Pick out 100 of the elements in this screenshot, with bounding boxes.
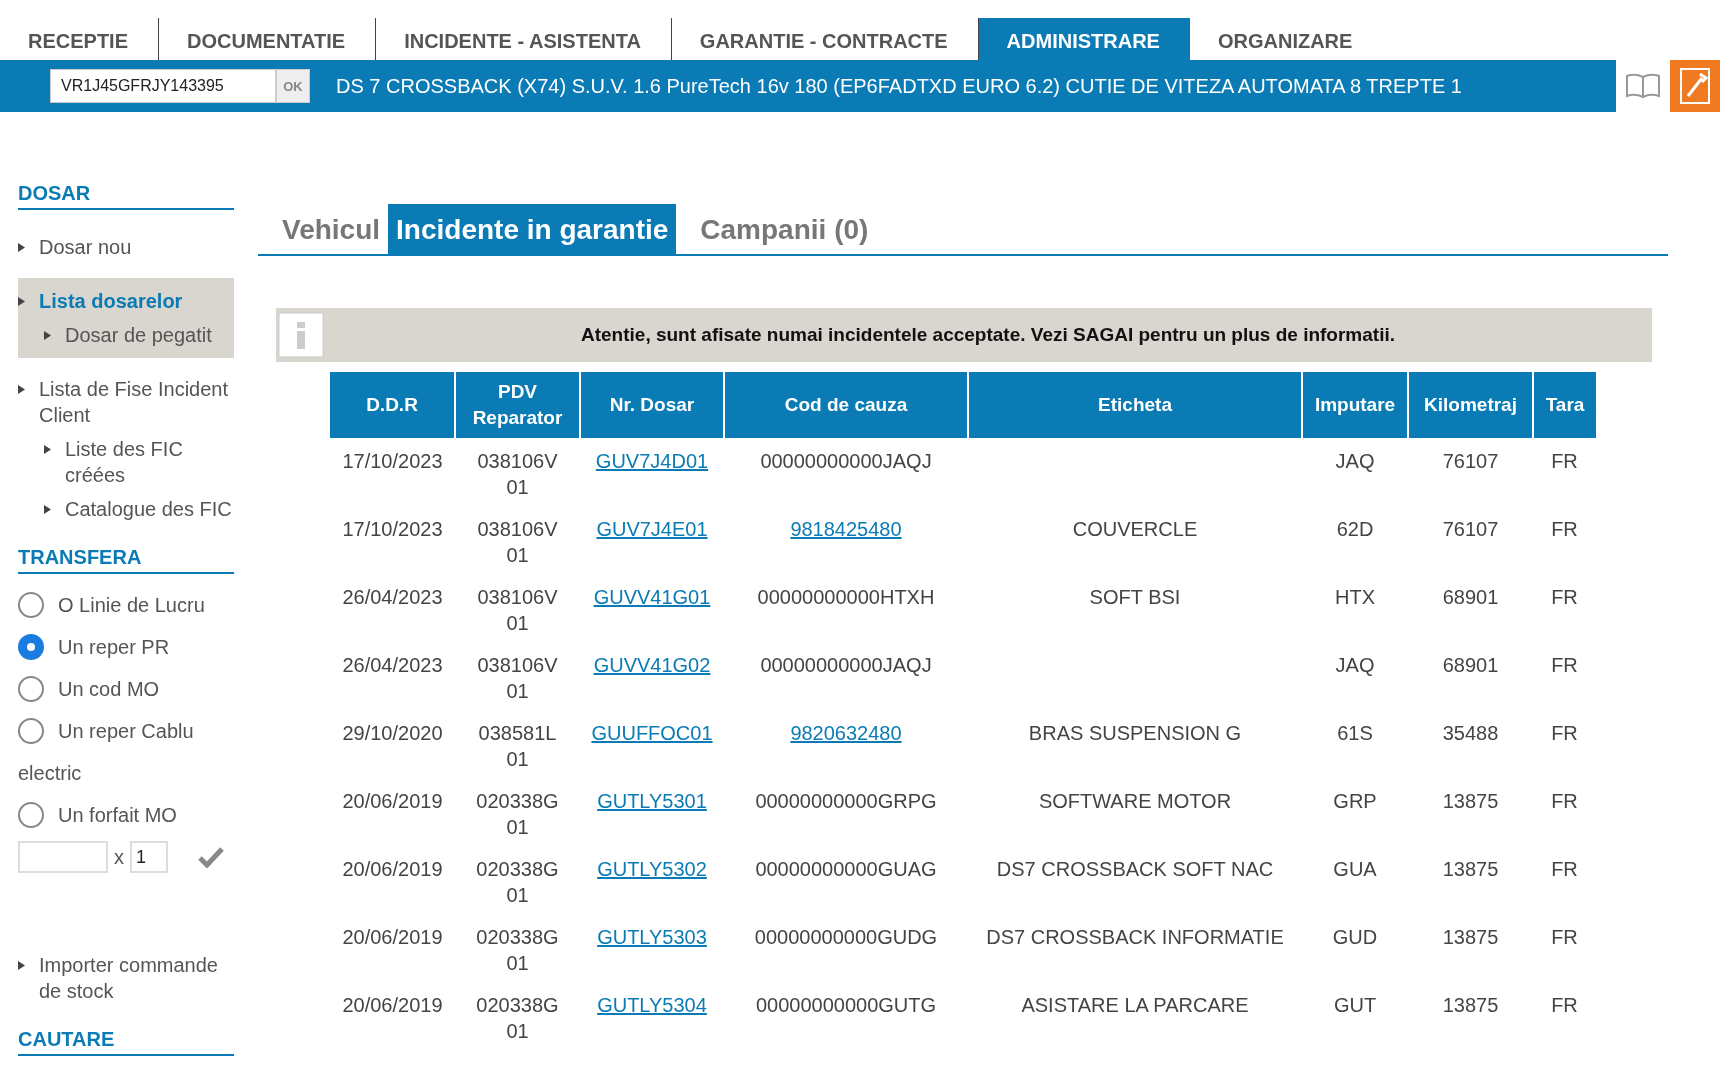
file-link[interactable]: GUVV41G01: [593, 586, 711, 608]
quantity-field[interactable]: 1: [130, 841, 168, 873]
table-cell-text: BRAS SUSPENSION G: [1027, 721, 1243, 746]
table-cell-text: DS7 CROSSBACK SOFT NAC: [995, 857, 1275, 882]
column-header: D.D.R: [330, 372, 455, 438]
bullet-icon: [18, 297, 25, 306]
info-icon: [278, 312, 324, 358]
vehicle-description: DS 7 CROSSBACK (X74) S.U.V. 1.6 PureTech 16v 180 (EP6FADTXD EURO 6.2) CUTIE DE VITEZA AUTOMATA 8 TREPTE 1: [336, 74, 1463, 98]
bullet-icon: [18, 243, 25, 252]
table-cell-text: 29/10/2020: [341, 721, 444, 746]
table-cell-text: 35488: [1441, 721, 1500, 746]
table-cell-text: FR: [1550, 517, 1579, 542]
sidebar-link[interactable]: Liste des FIC créées: [65, 436, 234, 488]
radio-button[interactable]: [18, 676, 44, 702]
table-cell-text: FR: [1550, 789, 1579, 814]
file-link[interactable]: GUTLY5303: [597, 926, 707, 948]
table-cell: 00000000000JAQJ: [724, 438, 968, 506]
file-link[interactable]: GUVV41G02: [593, 654, 711, 676]
table-cell-text: 038106V 01: [476, 585, 559, 636]
table-cell-text: FR: [1550, 925, 1579, 950]
table-cell-text: 020338G 01: [475, 789, 560, 840]
table-cell-text: 020338G 01: [475, 993, 560, 1044]
table-cell-text: GRP: [1332, 789, 1378, 814]
table-cell-text: FR: [1550, 857, 1579, 882]
column-header: Tara: [1533, 372, 1596, 438]
column-header: PDV Reparator: [455, 372, 580, 438]
file-link[interactable]: GUV7J4D01: [595, 450, 709, 472]
table-cell-text: GUA: [1332, 857, 1378, 882]
table-cell-text: 13875: [1441, 925, 1500, 950]
file-link[interactable]: GUTLY5301: [597, 790, 707, 812]
table-cell-text: SOFTWARE MOTOR: [1037, 789, 1233, 814]
nav-tab[interactable]: ADMINISTRARE: [978, 18, 1190, 60]
file-link[interactable]: GUUFFOC01: [591, 722, 713, 744]
file-link[interactable]: GUTLY5302: [597, 858, 707, 880]
radio-button[interactable]: [18, 802, 44, 828]
table-cell-text: 00000000000GRPG: [754, 789, 938, 814]
table-cell-text: 00000000000JAQJ: [759, 653, 933, 678]
vin-field[interactable]: VR1J45GFRJY143395: [50, 69, 276, 103]
table-cell-text: FR: [1550, 653, 1579, 678]
table-cell-text: 020338G 01: [475, 857, 560, 908]
checkmark-icon[interactable]: [198, 846, 224, 868]
ok-button[interactable]: OK: [276, 69, 310, 103]
table-cell-text: 13875: [1441, 993, 1500, 1018]
table-cell-text: 17/10/2023: [341, 517, 444, 542]
sidebar-link[interactable]: Lista de Fise Incident Client: [39, 376, 234, 428]
column-header: Kilometraj: [1408, 372, 1533, 438]
radio-label: Un forfait MO: [58, 803, 177, 827]
table-cell-text: COUVERCLE: [1071, 517, 1199, 542]
table-cell-text: 00000000000GUTG: [754, 993, 938, 1018]
table-cell-text: GUD: [1331, 925, 1379, 950]
bullet-icon: [18, 961, 25, 970]
table-cell-text: ASISTARE LA PARCARE: [1020, 993, 1250, 1018]
sidebar-link[interactable]: Dosar nou: [39, 234, 132, 260]
table-cell-text: 20/06/2019: [341, 925, 444, 950]
table-cell-text: 20/06/2019: [341, 993, 444, 1018]
content-tab[interactable]: Incidente in garantie: [388, 204, 677, 254]
file-link[interactable]: GUV7J4E01: [596, 518, 708, 540]
bullet-icon: [44, 505, 51, 514]
table-cell-text: 00000000000GUDG: [753, 925, 939, 950]
bullet-icon: [44, 445, 51, 454]
table-cell-text: 20/06/2019: [341, 789, 444, 814]
column-header: Nr. Dosar: [580, 372, 724, 438]
cause-code-link[interactable]: 9820632480: [790, 722, 902, 744]
column-header: Imputare: [1302, 372, 1408, 438]
radio-button[interactable]: [18, 634, 44, 660]
table-cell-text: 76107: [1441, 517, 1500, 542]
sidebar-link[interactable]: Dosar de pegatit: [65, 322, 212, 348]
table-cell-text: FR: [1550, 585, 1579, 610]
file-link[interactable]: GUTLY5304: [597, 994, 707, 1016]
column-header: Cod de cauza: [724, 372, 968, 438]
table-cell-text: JAQ: [1334, 653, 1376, 678]
table-cell-text: FR: [1550, 721, 1579, 746]
table-cell-text: 038106V 01: [476, 653, 559, 704]
table-cell-text: 61S: [1336, 721, 1374, 746]
content-tab[interactable]: Vehicul: [274, 204, 389, 254]
code-field[interactable]: [18, 841, 108, 873]
wrench-icon[interactable]: [1668, 60, 1720, 112]
table-cell-text: GUT: [1332, 993, 1378, 1018]
section-title: CAUTARE: [18, 1028, 234, 1056]
radio-label: electric: [18, 761, 82, 785]
table-cell-text: 20/06/2019: [341, 857, 444, 882]
radio-button[interactable]: [18, 718, 44, 744]
sidebar-link[interactable]: Catalogue des FIC: [65, 496, 232, 522]
table-cell-text: 68901: [1441, 653, 1500, 678]
table-cell: FR: [1533, 438, 1596, 506]
table-cell-text: 13875: [1441, 789, 1500, 814]
times-sign: x: [114, 845, 124, 869]
radio-label: O Linie de Lucru: [58, 593, 205, 617]
table-cell-text: 62D: [1335, 517, 1375, 542]
bullet-icon: [18, 385, 25, 394]
sidebar-link[interactable]: Lista dosarelor: [39, 288, 183, 314]
radio-button[interactable]: [18, 592, 44, 618]
table-cell: 038106V 01: [455, 438, 580, 506]
radio-label: Un reper Cablu: [58, 719, 194, 743]
table-cell-text: FR: [1550, 993, 1579, 1018]
section-title: TRANSFERA: [18, 546, 234, 574]
cause-code-link[interactable]: 9818425480: [790, 518, 902, 540]
table-cell-text: 68901: [1441, 585, 1500, 610]
sidebar-link[interactable]: Importer commande de stock: [39, 952, 234, 1004]
content-tab[interactable]: Campanii (0): [692, 204, 877, 254]
